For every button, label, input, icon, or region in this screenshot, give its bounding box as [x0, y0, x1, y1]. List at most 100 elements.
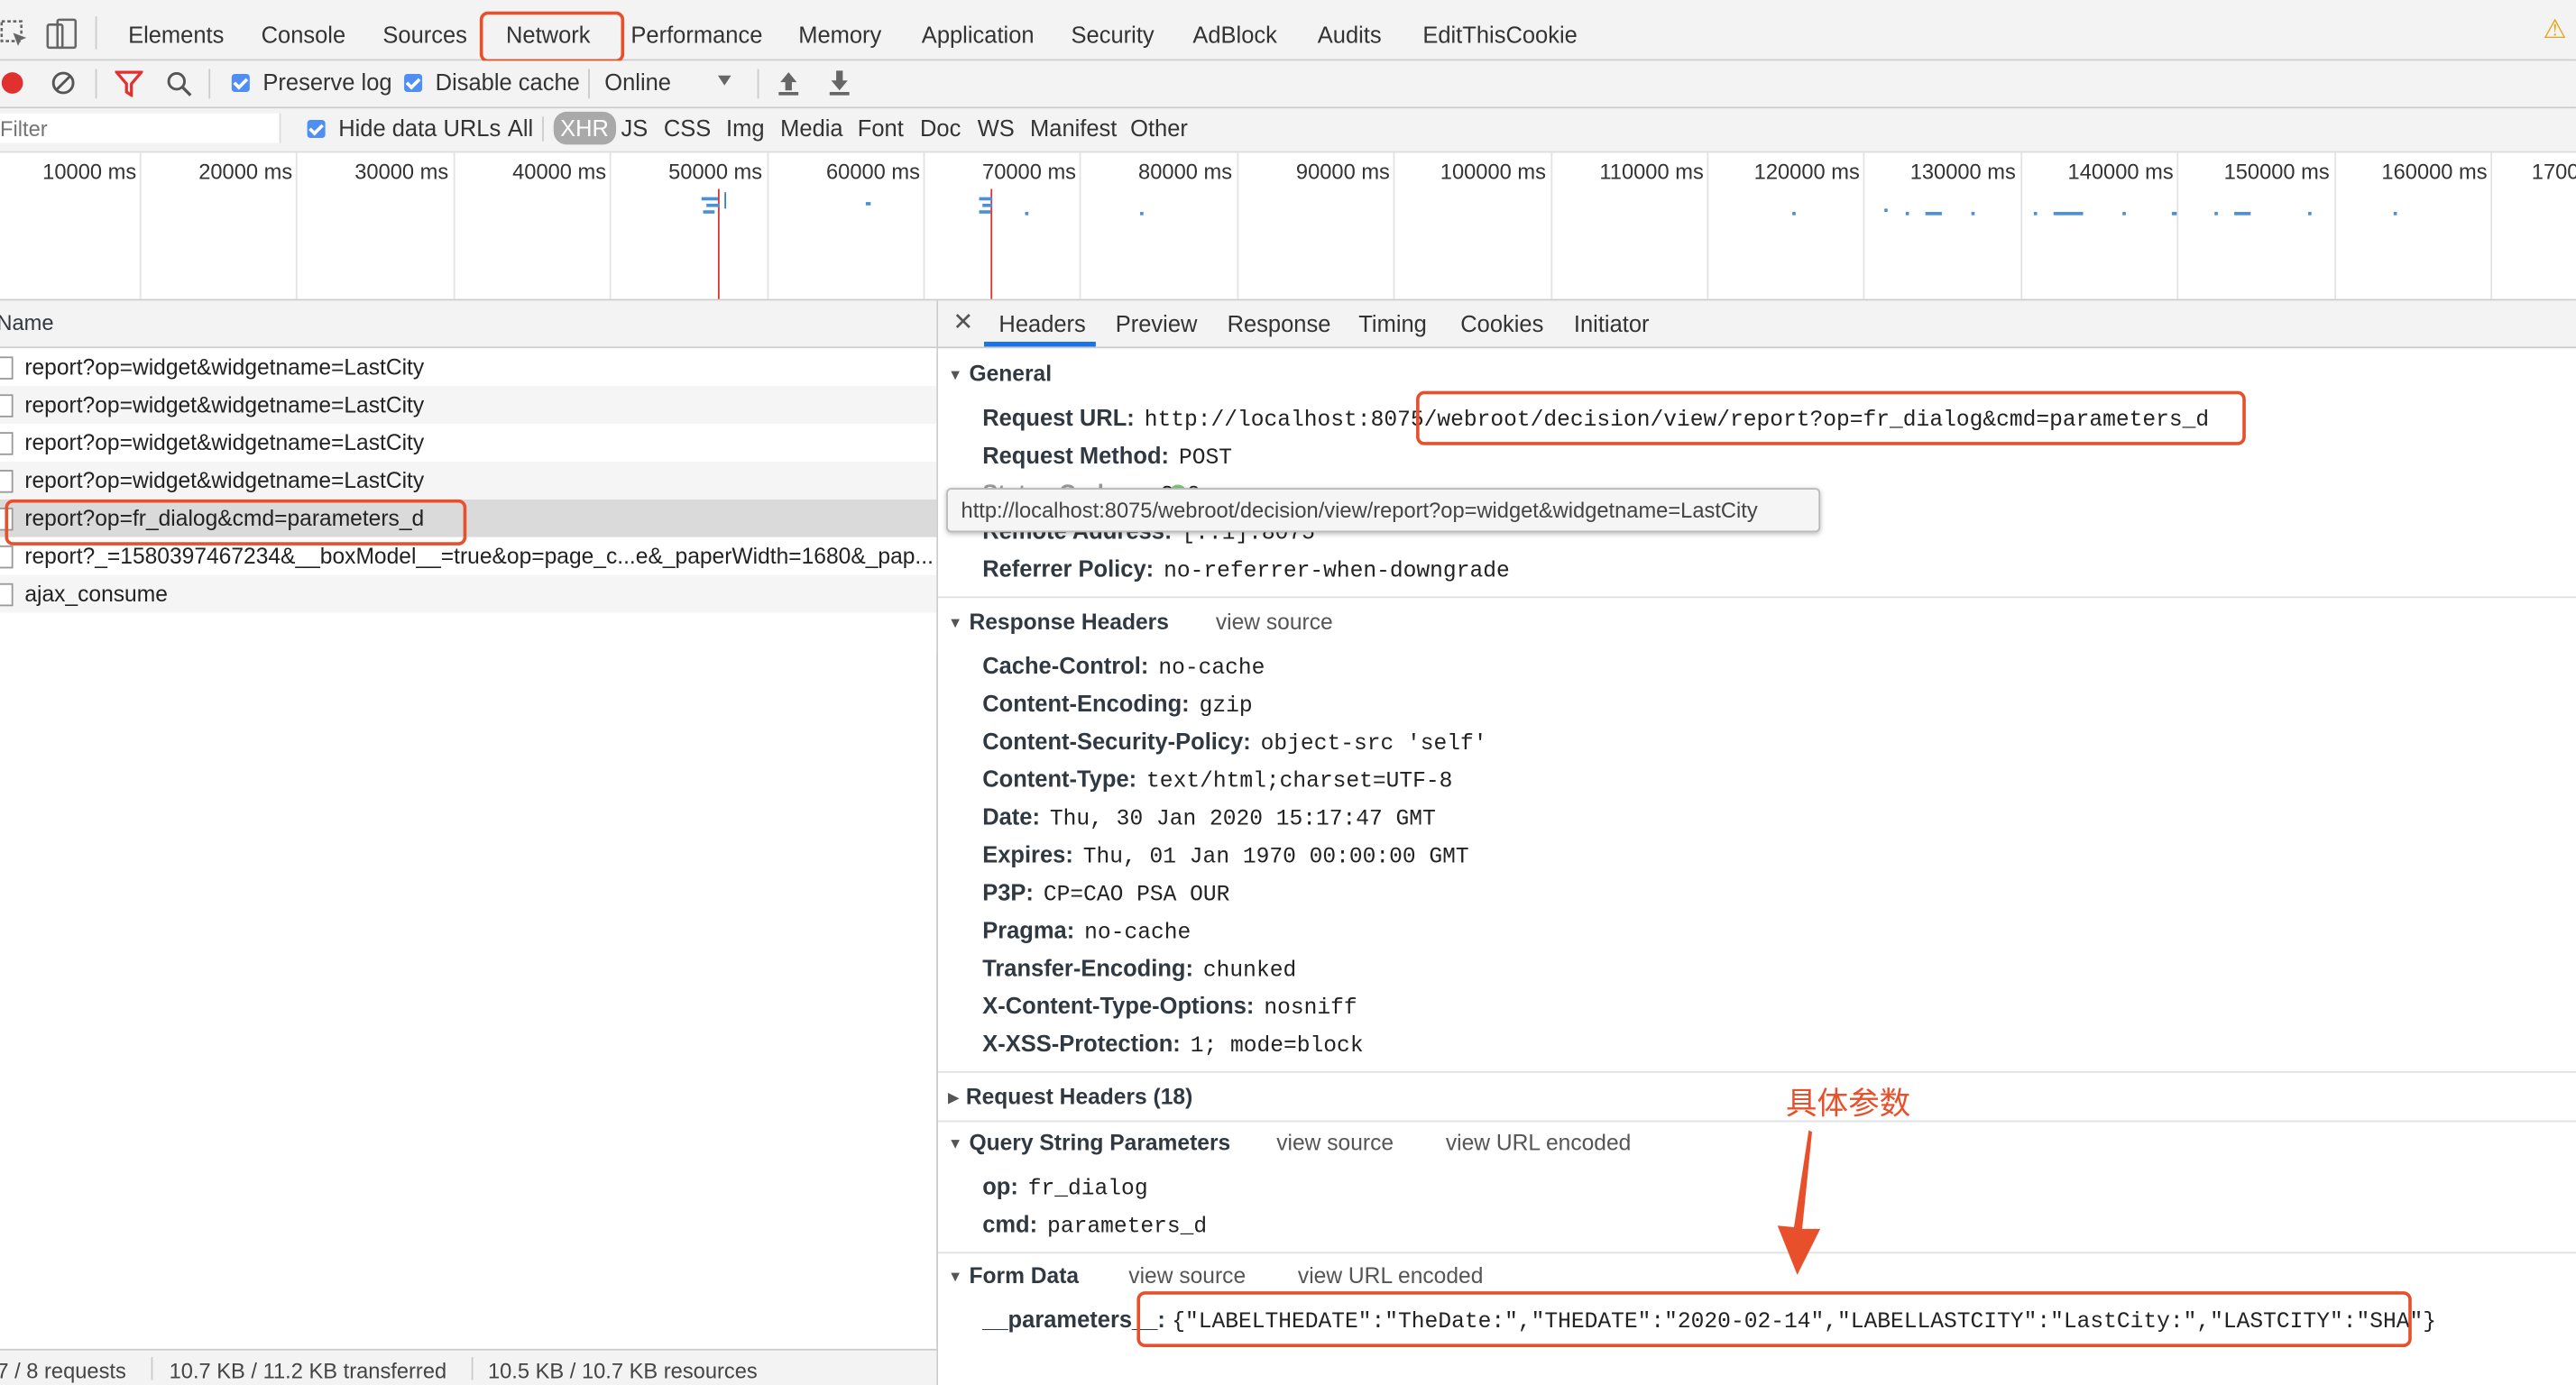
filter-input[interactable] [0, 113, 281, 143]
tab-sources[interactable]: Sources [382, 0, 467, 60]
preserve-log-checkbox[interactable] [231, 73, 250, 93]
selected-request-highlight [5, 499, 467, 546]
type-filter-js[interactable]: JS [621, 115, 648, 142]
timeline-tick: 80000 ms [1138, 159, 1233, 185]
timeline-tick: 50000 ms [668, 159, 763, 185]
network-status-bar: 7 / 8 requests 10.7 KB / 11.2 KB transfe… [0, 1348, 937, 1385]
timeline-tick: 40000 ms [512, 159, 607, 185]
transferred-size: 10.7 KB / 11.2 KB transferred [169, 1358, 447, 1384]
timeline-tick: 140000 ms [2067, 159, 2174, 185]
referrer-policy-row: Referrer Policy: no-referrer-when-downgra… [982, 555, 1510, 585]
timeline-tick: 1700 [2531, 159, 2576, 185]
triangle-down-icon: ▼ [947, 1135, 963, 1152]
record-icon[interactable] [1, 72, 23, 94]
tab-response[interactable]: Response [1228, 300, 1331, 346]
response-headers-toggle[interactable]: ▼ Response Headers [948, 610, 1169, 634]
preserve-log-label[interactable]: Preserve log [262, 69, 391, 96]
type-filter-font[interactable]: Font [858, 115, 904, 142]
warning-icon[interactable]: ⚠ [2544, 14, 2567, 46]
type-filter-css[interactable]: CSS [664, 115, 711, 142]
tab-preview[interactable]: Preview [1116, 300, 1198, 346]
type-filter-all[interactable]: All [508, 115, 533, 142]
url-tooltip: http://localhost:8075/webroot/decision/v… [946, 488, 1821, 533]
tab-memory[interactable]: Memory [798, 0, 881, 60]
request-row[interactable]: report?op=widget&widgetname=LastCity [0, 461, 937, 500]
device-toolbar-icon[interactable] [46, 18, 78, 50]
response-view-source-link[interactable]: view source [1216, 610, 1333, 634]
devtools-window: Elements Console Sources Network Perform… [0, 0, 2576, 1385]
request-url-host: http://localhost:8075/ [1144, 408, 1438, 435]
dropdown-arrow-icon[interactable] [717, 75, 731, 86]
inspect-element-icon[interactable] [0, 20, 30, 50]
timeline-tick: 90000 ms [1295, 159, 1390, 185]
type-filter-other[interactable]: Other [1130, 115, 1188, 142]
hide-data-urls-checkbox[interactable] [307, 120, 326, 139]
type-filter-xhr[interactable]: XHR [553, 111, 616, 145]
form-view-url-encoded-link[interactable]: view URL encoded [1298, 1263, 1483, 1288]
tab-editthiscookie[interactable]: EditThisCookie [1422, 0, 1577, 60]
timeline-tick: 130000 ms [1909, 159, 2016, 185]
tab-initiator[interactable]: Initiator [1574, 300, 1650, 346]
timeline-tick: 10000 ms [42, 159, 137, 185]
network-toolbar: Preserve log Disable cache Online [0, 60, 2576, 109]
request-row[interactable]: report?op=widget&widgetname=LastCity [0, 386, 937, 425]
throttle-select[interactable]: Online [604, 69, 671, 96]
form-data-highlight [1136, 1291, 2412, 1348]
resources-size: 10.5 KB / 10.7 KB resources [487, 1358, 758, 1384]
response-header-row: Date: Thu, 30 Jan 2020 15:17:47 GMT [982, 803, 1436, 833]
request-row[interactable]: ajax_consume [0, 574, 937, 613]
annotation-arrow-icon [1777, 1130, 1821, 1275]
form-view-source-link[interactable]: view source [1128, 1263, 1246, 1288]
request-row[interactable]: report?op=widget&widgetname=LastCity [0, 424, 937, 462]
tab-performance[interactable]: Performance [630, 0, 762, 60]
timeline-tick: 120000 ms [1753, 159, 1860, 185]
network-tab-highlight [479, 11, 625, 63]
request-headers-toggle[interactable]: ▶ Request Headers (18) [948, 1085, 1192, 1109]
search-icon[interactable] [166, 70, 192, 96]
filter-icon[interactable] [115, 70, 143, 97]
annotation-label: 具体参数 [1785, 1086, 1911, 1123]
tab-elements[interactable]: Elements [128, 0, 224, 60]
tab-console[interactable]: Console [262, 0, 346, 60]
type-filter-manifest[interactable]: Manifest [1030, 115, 1117, 142]
tab-cookies[interactable]: Cookies [1460, 300, 1543, 346]
triangle-down-icon: ▼ [947, 1268, 963, 1285]
response-header-row: Cache-Control: no-cache [982, 652, 1265, 683]
request-count: 7 / 8 requests [0, 1358, 126, 1384]
triangle-down-icon: ▼ [947, 366, 963, 383]
timeline-tick: 60000 ms [825, 159, 920, 185]
request-row[interactable]: report?op=widget&widgetname=LastCity [0, 348, 937, 387]
disable-cache-label[interactable]: Disable cache [436, 69, 580, 96]
close-icon[interactable]: ✕ [952, 300, 973, 346]
request-list-panel: Name report?op=widget&widgetname=LastCit… [0, 300, 939, 1385]
tab-adblock[interactable]: AdBlock [1192, 0, 1277, 60]
tab-application[interactable]: Application [922, 0, 1035, 60]
request-url-highlight [1416, 390, 2246, 445]
query-view-url-encoded-link[interactable]: view URL encoded [1446, 1131, 1631, 1155]
request-detail-panel: ✕ Headers Preview Response Timing Cookie… [938, 300, 2576, 1385]
type-filter-doc[interactable]: Doc [920, 115, 961, 142]
disable-cache-checkbox[interactable] [404, 73, 423, 93]
type-filter-ws[interactable]: WS [978, 115, 1015, 142]
hide-data-urls-label[interactable]: Hide data URLs [338, 115, 501, 142]
general-section-toggle[interactable]: ▼ General [948, 362, 1052, 386]
name-column-header[interactable]: Name [0, 300, 937, 349]
query-params-toggle[interactable]: ▼ Query String Parameters [948, 1131, 1230, 1155]
clear-icon[interactable] [51, 70, 75, 95]
type-filter-media[interactable]: Media [780, 115, 842, 142]
timeline-tick: 150000 ms [2223, 159, 2330, 185]
timeline-overview[interactable]: 10000 ms 20000 ms 30000 ms 40000 ms 5000… [0, 152, 2576, 301]
form-data-toggle[interactable]: ▼ Form Data [948, 1263, 1079, 1288]
type-filter-img[interactable]: Img [726, 115, 765, 142]
query-view-source-link[interactable]: view source [1276, 1131, 1394, 1155]
export-har-icon[interactable] [828, 69, 851, 97]
devtools-tab-bar: Elements Console Sources Network Perform… [0, 0, 2576, 61]
tab-audits[interactable]: Audits [1318, 0, 1382, 60]
response-header-row: Content-Type: text/html;charset=UTF-8 [982, 766, 1453, 795]
response-header-row: Content-Encoding: gzip [982, 690, 1253, 720]
tab-security[interactable]: Security [1072, 0, 1155, 60]
tab-timing[interactable]: Timing [1358, 300, 1427, 346]
tab-headers[interactable]: Headers [998, 300, 1085, 346]
response-header-row: P3P: CP=CAO PSA OUR [982, 878, 1230, 909]
import-har-icon[interactable] [777, 69, 800, 97]
